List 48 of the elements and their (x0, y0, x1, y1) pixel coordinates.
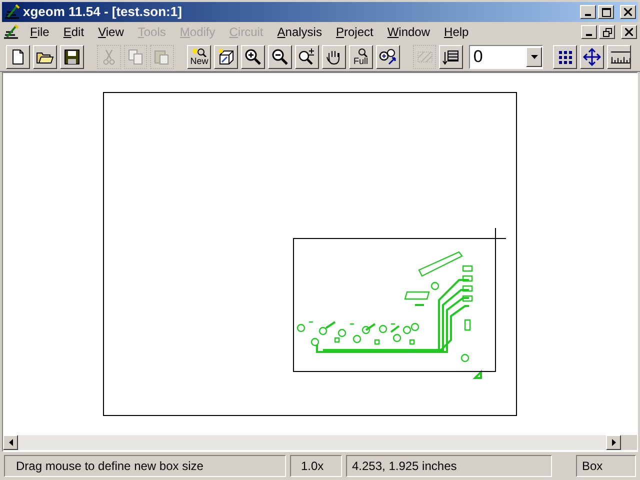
menu-item[interactable]: Analysis (270, 23, 329, 41)
close-icon (625, 28, 633, 36)
close-button[interactable] (621, 25, 637, 39)
window-title: xgeom 11.54 - [test.son:1] (23, 3, 183, 22)
menu-item[interactable]: Help (437, 23, 476, 41)
scroll-right-button[interactable] (606, 435, 621, 450)
minimize-button[interactable] (580, 5, 596, 19)
cursor-coordinates: 4.253, 1.925 inches (346, 455, 552, 477)
restore-button[interactable] (599, 25, 615, 39)
zoom-level: 1.0x (290, 455, 342, 477)
maximize-button[interactable] (598, 5, 614, 19)
zoom-out-icon (271, 48, 290, 66)
layers-icon (442, 48, 460, 66)
scroll-left-button[interactable] (3, 435, 18, 450)
clipboard-icon (153, 48, 172, 66)
menu-item[interactable]: View (91, 23, 131, 41)
dropdown-value: 0 (472, 48, 484, 65)
menu-item[interactable]: Edit (56, 23, 92, 41)
right-arrow-icon (612, 439, 616, 446)
tool-label: New (190, 56, 208, 66)
edit-mode: Box (576, 455, 636, 477)
move-arrows-icon (582, 48, 601, 66)
copy-icon (126, 48, 145, 66)
zoom-in-icon (244, 48, 262, 66)
restore-icon (602, 28, 612, 36)
left-arrow-icon (8, 439, 12, 446)
app-icon (4, 4, 20, 20)
app-icon (3, 24, 19, 40)
menu-item[interactable]: Project (328, 23, 380, 41)
maximize-icon (602, 8, 610, 16)
zoom-plus-minus-icon (298, 48, 316, 66)
minimize-button[interactable] (581, 25, 597, 39)
sparkle-magnifier-icon (191, 48, 208, 56)
layer-dropdown[interactable]: 0 (469, 44, 544, 68)
close-icon (624, 8, 632, 16)
crosshair-cursor (484, 228, 506, 250)
zoom-arrows-icon (378, 48, 397, 66)
toolbar-button[interactable]: Full (348, 44, 373, 68)
menu-item[interactable]: File (23, 23, 56, 41)
toolbar-button[interactable]: New (187, 44, 212, 68)
menu-item[interactable]: Window (380, 23, 438, 41)
close-button[interactable] (620, 5, 636, 19)
scrollbar-corner (621, 435, 637, 450)
cube-icon (217, 48, 236, 66)
tool-label: Full (353, 56, 368, 66)
status-message: Drag mouse to define new box size (4, 455, 286, 477)
caret-icon (530, 54, 538, 58)
dropdown-arrow-button[interactable] (526, 46, 542, 66)
